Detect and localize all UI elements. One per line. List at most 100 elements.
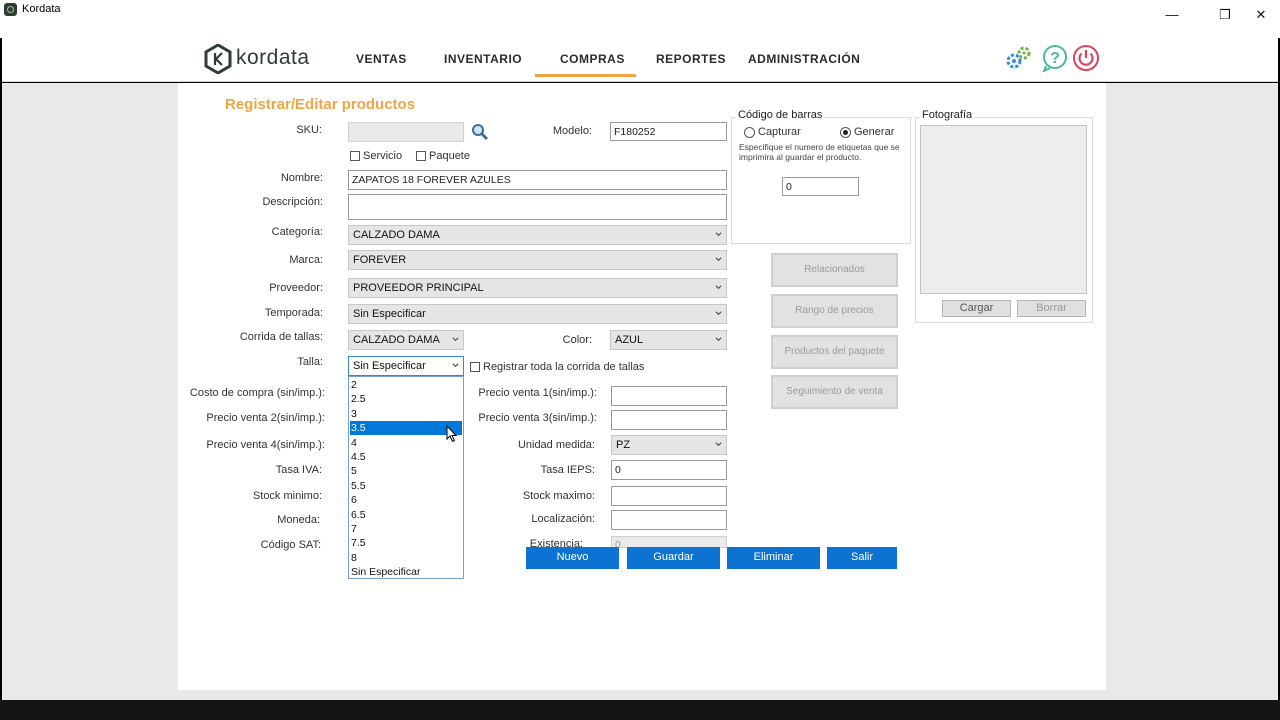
descripcion-label: Descripción: (262, 196, 323, 208)
proveedor-select[interactable]: PROVEEDOR PRINCIPAL (348, 278, 727, 298)
close-button[interactable]: ✕ (1243, 0, 1279, 30)
photo-preview (920, 125, 1087, 294)
color-value: AZUL (615, 334, 644, 346)
paquete-checkbox[interactable] (416, 151, 426, 161)
moneda-label: Moneda: (277, 514, 320, 526)
localizacion-input[interactable] (611, 510, 727, 530)
nav-reportes[interactable]: REPORTES (656, 52, 726, 66)
talla-option[interactable]: 2.5 (350, 392, 462, 406)
barcode-hint: Especifique el numero de etiquetas que s… (739, 142, 900, 162)
talla-label: Talla: (297, 356, 323, 368)
help-icon[interactable]: ? (1041, 44, 1069, 72)
talla-option[interactable]: 7.5 (350, 536, 462, 550)
talla-option[interactable]: 7 (350, 522, 462, 536)
capturar-radio[interactable] (744, 127, 755, 138)
nav-ventas[interactable]: VENTAS (356, 52, 407, 66)
talla-option[interactable]: 6.5 (350, 508, 462, 522)
talla-select[interactable]: Sin Especificar (348, 356, 464, 376)
marca-value: FOREVER (353, 254, 407, 266)
chevron-down-icon (715, 337, 722, 342)
chevron-down-icon (715, 257, 722, 262)
modelo-input[interactable]: F180252 (610, 122, 727, 141)
color-label: Color: (562, 334, 592, 346)
proveedor-value: PROVEEDOR PRINCIPAL (353, 282, 484, 294)
modelo-label: Modelo: (552, 125, 592, 137)
cargar-button[interactable]: Cargar (942, 300, 1011, 317)
relacionados-button[interactable]: Relacionados (771, 253, 898, 287)
servicio-checkbox[interactable] (350, 151, 360, 161)
restore-button[interactable]: ❐ (1207, 0, 1243, 30)
page-title: Registrar/Editar productos (225, 96, 416, 113)
talla-option[interactable]: 5.5 (350, 479, 462, 493)
stock-max-label: Stock maximo: (522, 490, 595, 502)
productos-paquete-button[interactable]: Productos del paquete (771, 335, 898, 369)
categoria-select[interactable]: CALZADO DAMA (348, 225, 727, 245)
kordata-logo-icon (204, 44, 232, 74)
borrar-button[interactable]: Borrar (1017, 300, 1086, 317)
stock-min-label: Stock minimo: (252, 490, 322, 502)
active-nav-indicator (535, 74, 636, 77)
barcode-count-input[interactable]: 0 (782, 177, 859, 196)
search-icon[interactable] (471, 123, 489, 141)
chevron-down-icon (715, 442, 722, 447)
categoria-value: CALZADO DAMA (353, 229, 440, 241)
corrida-label: Corrida de tallas: (239, 331, 323, 343)
stock-max-input[interactable] (611, 486, 727, 506)
generar-radio[interactable] (840, 127, 851, 138)
talla-option[interactable]: 3 (350, 407, 462, 421)
nuevo-button[interactable]: Nuevo (526, 547, 619, 569)
nav-inventario[interactable]: INVENTARIO (444, 52, 522, 66)
precio3-input[interactable] (611, 410, 727, 430)
sku-input[interactable] (348, 122, 464, 142)
paquete-label: Paquete (429, 150, 470, 162)
color-select[interactable]: AZUL (610, 330, 727, 350)
talla-option[interactable]: 4.5 (350, 450, 462, 464)
temporada-select[interactable]: Sin Especificar (348, 304, 727, 324)
servicio-label: Servicio (363, 150, 403, 162)
talla-option[interactable]: 5 (350, 464, 462, 478)
minimize-button[interactable]: — (1154, 0, 1190, 30)
descripcion-input[interactable] (348, 194, 727, 220)
eliminar-button[interactable]: Eliminar (727, 547, 820, 569)
registrar-corrida-label: Registrar toda la corrida de tallas (483, 361, 645, 373)
marca-label: Marca: (289, 254, 323, 266)
salir-button[interactable]: Salir (827, 547, 897, 569)
registrar-corrida-checkbox[interactable] (470, 362, 480, 372)
svg-text:?: ? (1050, 50, 1060, 67)
power-icon[interactable] (1072, 44, 1100, 72)
talla-option[interactable]: 2 (350, 378, 462, 392)
talla-option[interactable]: Sin Especificar (350, 565, 462, 579)
talla-option[interactable]: 6 (350, 493, 462, 507)
existencia-label: Existencia: (529, 538, 583, 547)
chevron-down-icon (452, 363, 459, 368)
seguimiento-venta-button[interactable]: Seguimiento de venta (771, 375, 898, 409)
precio1-label: Precio venta 1(sin/imp.): (478, 387, 597, 399)
guardar-button[interactable]: Guardar (627, 547, 720, 569)
settings-gears-icon[interactable] (1004, 44, 1032, 72)
nav-administracion[interactable]: ADMINISTRACIÓN (748, 52, 860, 66)
unidad-select[interactable]: PZ (611, 435, 727, 455)
photo-title: Fotografía (920, 109, 975, 121)
precio4-label: Precio venta 4(sin/imp.): (206, 439, 325, 451)
logo-text: kordata (236, 46, 310, 69)
chevron-down-icon (452, 337, 459, 342)
main-header: kordata VENTAS INVENTARIO COMPRAS REPORT… (2, 38, 1278, 82)
precio1-input[interactable] (611, 386, 727, 406)
nav-compras[interactable]: COMPRAS (560, 52, 625, 66)
corrida-select[interactable]: CALZADO DAMA (348, 330, 464, 350)
marca-select[interactable]: FOREVER (348, 250, 727, 270)
talla-option[interactable]: 8 (350, 551, 462, 565)
precio2-label: Precio venta 2(sin/imp.): (206, 412, 325, 424)
nombre-label: Nombre: (280, 172, 323, 184)
nombre-input[interactable]: ZAPATOS 18 FOREVER AZULES (348, 170, 727, 190)
localizacion-label: Localización: (531, 513, 595, 525)
talla-dropdown-list[interactable]: 2 2.5 3 3.5 4 4.5 5 5.5 6 6.5 7 7.5 8 Sin Especificar (348, 376, 464, 579)
tasa-ieps-input[interactable]: 0 (611, 460, 727, 480)
generar-label: Generar (854, 126, 895, 138)
rango-precios-button[interactable]: Rango de precios (771, 294, 898, 328)
mouse-cursor-icon (446, 425, 458, 443)
tasa-ieps-label: Tasa IEPS: (540, 464, 595, 476)
chevron-down-icon (715, 311, 722, 316)
barcode-title: Código de barras (736, 109, 825, 121)
capturar-label: Capturar (758, 126, 801, 138)
